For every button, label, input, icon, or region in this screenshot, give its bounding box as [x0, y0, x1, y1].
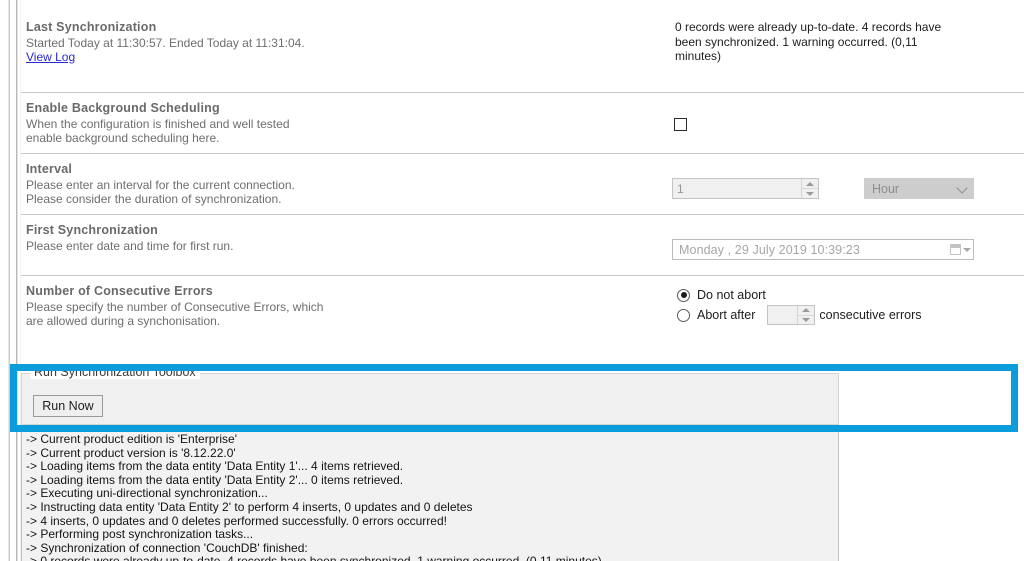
view-log-link[interactable]: View Log: [26, 50, 75, 64]
log-line: -> Executing uni-directional synchroniza…: [26, 486, 268, 501]
background-scheduling-checkbox-wrap: [674, 118, 687, 131]
calendar-icon: [949, 244, 961, 255]
scroll-gutter-line-right[interactable]: [17, 0, 18, 561]
chevron-down-icon: [957, 183, 968, 194]
log-line: -> Current product edition is 'Enterpris…: [26, 432, 238, 446]
first-sync-datetime-picker[interactable]: Monday , 29 July 2019 10:39:23: [672, 239, 974, 260]
log-line: -> Loading items from the data entity 'D…: [26, 459, 404, 474]
toolbox-groupbox-frame: [21, 373, 839, 425]
spinner-down-icon[interactable]: [798, 316, 814, 325]
settings-list: Last Synchronization Started Today at 11…: [21, 0, 1024, 338]
section-number-of-consecutive-errors: Number of Consecutive Errors Please spec…: [21, 275, 1024, 338]
last-sync-summary: 0 records were already up-to-date. 4 rec…: [675, 20, 942, 63]
interval-spinner[interactable]: 1: [672, 178, 819, 199]
radio-abort-after-label: Abort after: [697, 308, 756, 322]
section-enable-background-scheduling: Enable Background Scheduling When the co…: [21, 92, 1024, 153]
run-now-button[interactable]: Run Now: [33, 395, 103, 417]
first-sync-datetime-value: Monday , 29 July 2019 10:39:23: [679, 242, 860, 257]
spinner-down-icon[interactable]: [802, 189, 818, 198]
first-sync-datetime-wrap: Monday , 29 July 2019 10:39:23: [672, 239, 974, 260]
section-interval: Interval Please enter an interval for th…: [21, 153, 1024, 214]
radio-abort-after[interactable]: [677, 308, 690, 322]
abort-after-spinner[interactable]: [767, 305, 816, 325]
log-line: -> Current product version is '8.12.22.0…: [26, 445, 236, 460]
consecutive-errors-suffix-label: consecutive errors: [819, 308, 922, 322]
log-line: -> Performing post synchronization tasks…: [26, 527, 254, 542]
panel-edge-rail-inner: [9, 0, 10, 561]
spinner-up-icon[interactable]: [798, 306, 815, 316]
log-line: -> Instructing data entity 'Data Entity …: [26, 499, 473, 514]
synchronization-log-panel[interactable]: -> Current product edition is 'Enterpris…: [21, 430, 839, 561]
interval-value-wrap: 1: [672, 178, 819, 199]
abort-after-spinner-arrows: [797, 306, 815, 325]
enable-background-scheduling-checkbox[interactable]: [674, 118, 687, 131]
log-line: -> 4 inserts, 0 updates and 0 deletes pe…: [26, 513, 447, 528]
interval-spinner-arrows: [801, 179, 818, 198]
toolbox-group-title: Run Synchronization Toolbox: [30, 365, 200, 379]
interval-unit-value: Hour: [872, 181, 900, 196]
radio-do-not-abort-label: Do not abort: [697, 288, 766, 302]
section-title: First Synchronization: [26, 223, 158, 237]
run-synchronization-toolbox: Run Synchronization Toolbox Run Now: [21, 365, 839, 425]
log-line-list: -> Current product edition is 'Enterpris…: [22, 431, 838, 561]
interval-input[interactable]: 1: [673, 179, 801, 198]
section-last-synchronization: Last Synchronization Started Today at 11…: [21, 0, 1024, 92]
section-title: Interval: [26, 162, 73, 176]
interval-unit-select[interactable]: Hour: [864, 178, 974, 199]
abort-options-group: Do not abort Abort after consecutive err…: [677, 285, 922, 325]
datetime-dropdown-button[interactable]: [947, 244, 973, 255]
section-description-line2: enable background scheduling here.: [26, 131, 220, 145]
section-first-synchronization: First Synchronization Please enter date …: [21, 214, 1024, 275]
spinner-up-icon[interactable]: [802, 179, 818, 189]
log-line: -> Loading items from the data entity 'D…: [26, 472, 404, 487]
radio-row-do-not-abort[interactable]: Do not abort: [677, 285, 922, 305]
scheduling-settings-page: Last Synchronization Started Today at 11…: [0, 0, 1024, 561]
radio-row-abort-after[interactable]: Abort after consecutive errors: [677, 305, 922, 325]
interval-unit-wrap: Hour: [864, 178, 974, 199]
log-line: -> 0 records were already up-to-date. 4 …: [26, 555, 838, 561]
log-line: -> Synchronization of connection 'CouchD…: [26, 540, 308, 555]
abort-after-input[interactable]: [768, 306, 797, 324]
section-description: When the configuration is finished and w…: [26, 117, 290, 131]
chevron-down-icon: [962, 247, 971, 252]
section-title: Enable Background Scheduling: [26, 101, 220, 115]
radio-do-not-abort[interactable]: [677, 288, 690, 302]
